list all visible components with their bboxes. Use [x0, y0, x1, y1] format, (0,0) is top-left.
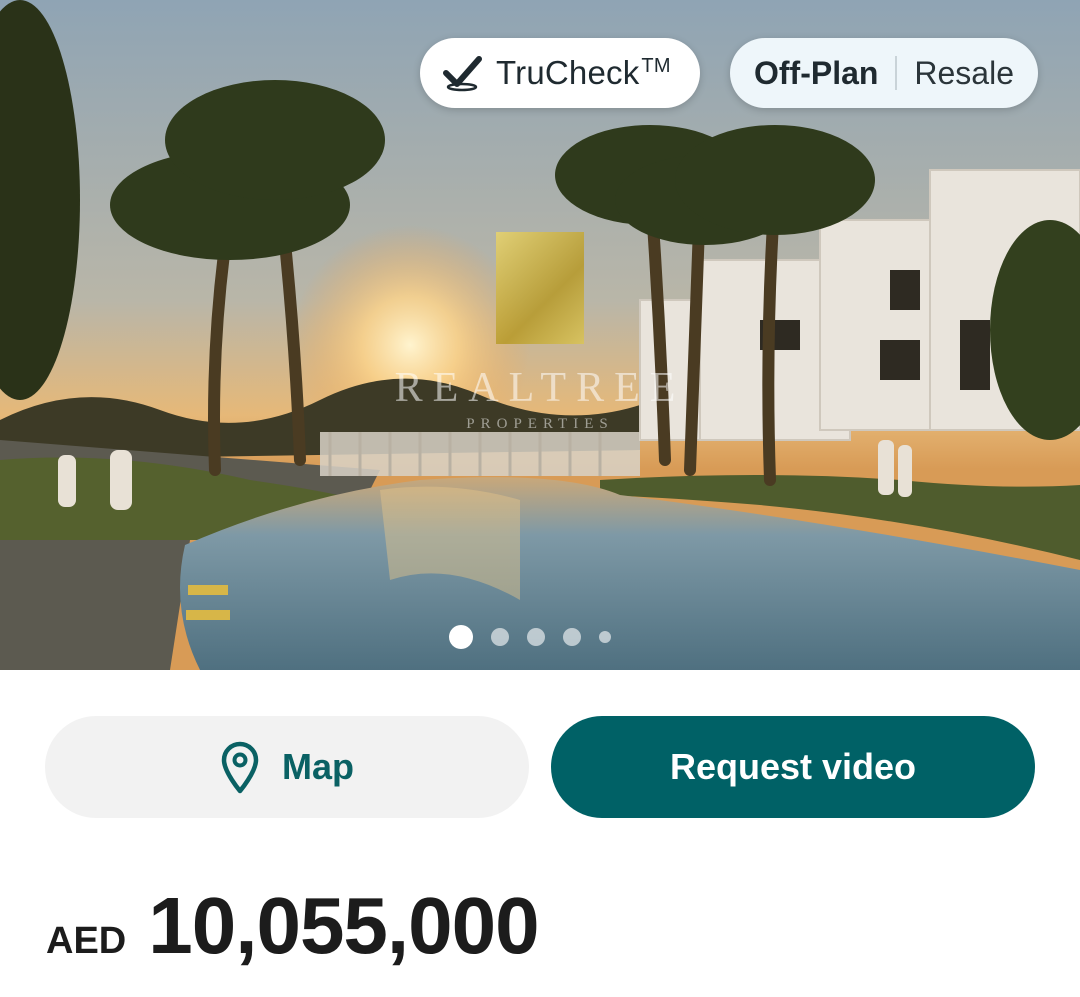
trademark-mark: TM	[641, 55, 671, 77]
price-currency: AED	[46, 920, 127, 962]
option-off-plan[interactable]: Off-Plan	[754, 55, 878, 92]
check-icon	[443, 56, 482, 92]
listing-type-toggle[interactable]: Off-Plan Resale	[730, 38, 1038, 108]
price-amount: 10,055,000	[148, 881, 539, 970]
segment-divider	[895, 56, 898, 90]
map-pin-icon	[221, 741, 259, 794]
gallery-dot-4[interactable]	[563, 628, 581, 646]
price: AED 10,055,000	[46, 880, 540, 972]
trucheck-badge[interactable]: TruCheck TM	[420, 38, 700, 108]
property-image-gallery[interactable]: REALTREE PROPERTIES TruCheck TM Off-Plan …	[0, 0, 1080, 670]
gallery-dot-5[interactable]	[599, 631, 611, 643]
option-resale[interactable]: Resale	[914, 55, 1014, 92]
gallery-pagination	[449, 625, 611, 649]
request-video-button[interactable]: Request video	[551, 716, 1035, 818]
map-button-label: Map	[282, 746, 354, 787]
request-video-label: Request video	[669, 746, 917, 787]
gallery-dot-1[interactable]	[449, 625, 473, 649]
map-button[interactable]: Map	[45, 716, 529, 818]
gallery-dot-3[interactable]	[527, 628, 545, 646]
gallery-dot-2[interactable]	[491, 628, 509, 646]
trucheck-label: TruCheck TM	[496, 54, 671, 91]
